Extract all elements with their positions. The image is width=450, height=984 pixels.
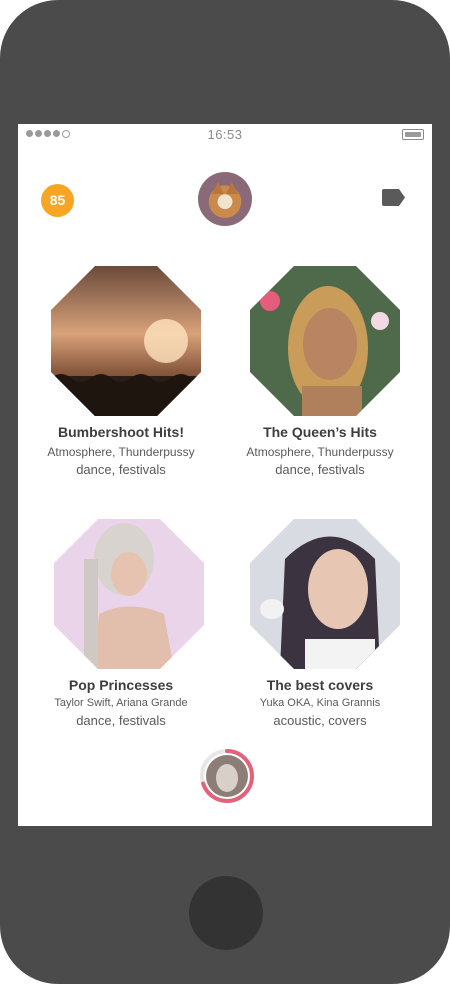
now-playing-button[interactable] <box>199 748 255 804</box>
playlist-card-pop-princesses[interactable]: Pop Princesses Taylor Swift, Ariana Gran… <box>26 517 216 728</box>
tag-icon[interactable] <box>382 189 406 206</box>
playlist-cover <box>54 519 204 669</box>
playlist-artists: Taylor Swift, Ariana Grande <box>54 697 188 709</box>
playlist-card-queens-hits[interactable]: The Queen’s Hits Atmosphere, Thunderpuss… <box>225 264 415 477</box>
playlist-title: Bumbershoot Hits! <box>58 424 184 440</box>
playlist-title: The best covers <box>266 677 374 693</box>
playlist-genres: acoustic, covers <box>273 713 367 728</box>
playlist-genres: dance, festivals <box>275 462 365 477</box>
playlist-title: Pop Princesses <box>68 677 174 693</box>
phone-frame: 16:53 85 Bumbershoot Hits! Atmosphere, T… <box>0 0 450 984</box>
battery-icon <box>402 129 424 140</box>
profile-avatar[interactable] <box>198 172 252 226</box>
playlist-card-best-covers[interactable]: The best covers Yuka OKA, Kina Grannis a… <box>225 517 415 728</box>
playlist-genres: dance, festivals <box>76 713 166 728</box>
status-bar: 16:53 <box>18 124 432 146</box>
playlist-artists: Atmosphere, Thunderpussy <box>47 445 195 459</box>
playlist-cover <box>250 266 400 416</box>
home-button[interactable] <box>189 876 263 950</box>
playlist-card-bumbershoot[interactable]: Bumbershoot Hits! Atmosphere, Thunderpus… <box>26 264 216 477</box>
playlist-artists: Yuka OKA, Kina Grannis <box>259 697 381 709</box>
app-screen: 16:53 85 Bumbershoot Hits! Atmosphere, T… <box>18 124 432 826</box>
playlist-artists: Atmosphere, Thunderpussy <box>246 445 394 459</box>
status-time: 16:53 <box>207 127 243 142</box>
playlist-cover <box>51 266 201 416</box>
score-badge[interactable]: 85 <box>41 184 74 217</box>
playlist-cover <box>250 519 400 669</box>
playlist-genres: dance, festivals <box>76 462 166 477</box>
playlist-title: The Queen’s Hits <box>263 424 377 440</box>
